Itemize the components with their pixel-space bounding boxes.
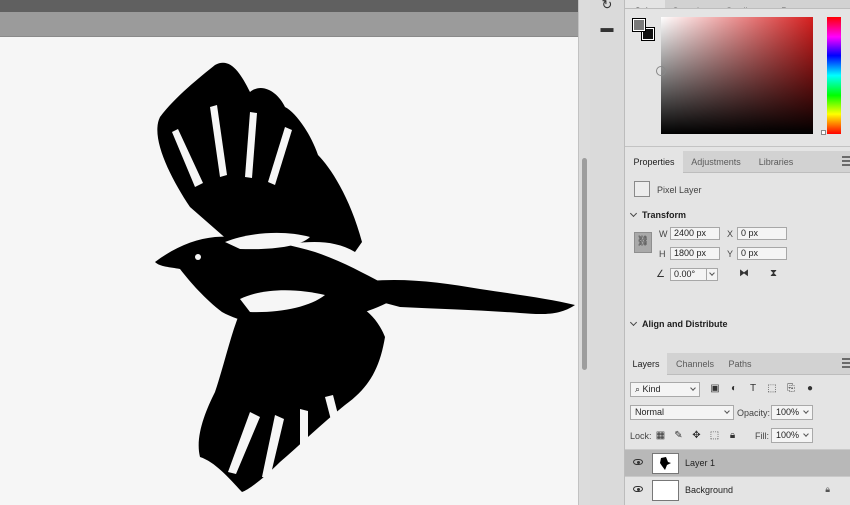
document-canvas[interactable]: [0, 37, 578, 505]
tab-layers[interactable]: Layers: [625, 353, 667, 375]
shape-filter-icon[interactable]: ⬚: [766, 383, 778, 395]
visibility-eye-icon[interactable]: [633, 459, 643, 465]
pixel-layer-icon: [634, 181, 650, 197]
flip-vertical-icon[interactable]: ⧗: [770, 268, 777, 279]
angle-icon: ∠: [656, 269, 665, 280]
hue-slider-marker[interactable]: [821, 130, 826, 135]
document-tab-bar: [0, 12, 578, 37]
hue-slider[interactable]: [827, 17, 841, 134]
properties-panel-tabs: Properties Adjustments Libraries: [625, 151, 850, 173]
layer-name: Layer 1: [685, 458, 716, 468]
layer-type-label: Pixel Layer: [657, 185, 702, 195]
fill-value: 100%: [776, 430, 800, 440]
lock-position-icon[interactable]: ✥: [691, 430, 702, 441]
canvas-vertical-scrollbar[interactable]: [578, 0, 590, 505]
x-label: X: [727, 229, 734, 239]
app-title-strip: [0, 0, 578, 12]
chevron-down-icon: [690, 385, 696, 391]
comment-icon[interactable]: ▬: [599, 20, 615, 36]
magpie-artwork: [155, 62, 575, 492]
lower-feather-gap-3: [300, 409, 308, 465]
lock-transparent-icon[interactable]: ▦: [655, 430, 666, 441]
transform-title: Transform: [642, 210, 687, 220]
x-field[interactable]: 0 px: [737, 227, 787, 240]
align-section-header[interactable]: Align and Distribute: [629, 318, 728, 329]
blend-mode-value: Normal: [635, 407, 665, 417]
history-icon[interactable]: ↻: [599, 0, 615, 13]
filter-toggle-icon[interactable]: ●: [804, 383, 816, 395]
color-panel-tabs: Color Swatches Gradients Patterns: [625, 0, 850, 9]
background-color-swatch[interactable]: [632, 18, 646, 32]
opacity-value: 100%: [776, 407, 800, 417]
tab-swatches[interactable]: Swatches: [667, 0, 717, 8]
filter-kind-value: Kind: [642, 384, 661, 394]
blend-mode-dropdown[interactable]: Normal: [630, 405, 734, 420]
filter-kind-dropdown[interactable]: ⌕ Kind: [630, 382, 700, 397]
visibility-eye-icon[interactable]: [633, 486, 643, 492]
layer-name: Background: [685, 485, 734, 495]
y-field[interactable]: 0 px: [737, 247, 787, 260]
lock-all-icon[interactable]: 🔒︎: [727, 430, 738, 441]
layer-row-layer-1[interactable]: Layer 1: [625, 449, 850, 476]
opacity-field[interactable]: 100%: [771, 405, 813, 420]
width-label: W: [659, 229, 668, 239]
tab-adjustments[interactable]: Adjustments: [685, 151, 747, 173]
tab-libraries[interactable]: Libraries: [751, 151, 801, 173]
transform-section-header[interactable]: Transform: [629, 209, 687, 220]
lock-image-icon[interactable]: ✎: [673, 430, 684, 441]
tab-gradients[interactable]: Gradients: [719, 0, 771, 8]
search-icon: ⌕: [635, 384, 643, 394]
height-label: H: [659, 249, 666, 259]
layer-thumbnail: [652, 453, 679, 474]
bird-eye: [195, 254, 201, 260]
panel-menu-icon[interactable]: [842, 156, 850, 166]
tab-patterns[interactable]: Patterns: [773, 0, 823, 8]
image-filter-icon[interactable]: ▣: [709, 383, 721, 395]
tab-properties[interactable]: Properties: [625, 151, 683, 173]
chevron-down-icon: [724, 408, 730, 414]
scrollbar-thumb[interactable]: [582, 158, 587, 370]
lock-icon: 🔒︎: [825, 484, 830, 494]
angle-dropdown[interactable]: [706, 268, 718, 281]
height-field[interactable]: 1800 px: [670, 247, 720, 260]
color-panel: [625, 9, 850, 147]
properties-panel: Pixel Layer Transform ⛓ W 2400 px X 0 px…: [625, 173, 850, 351]
align-title: Align and Distribute: [642, 319, 728, 329]
panel-menu-icon[interactable]: [842, 358, 850, 368]
fill-field[interactable]: 100%: [771, 428, 813, 443]
width-field[interactable]: 2400 px: [670, 227, 720, 240]
flip-horizontal-icon[interactable]: ⧓: [739, 268, 749, 279]
lower-wing-shape: [198, 297, 385, 492]
lock-label: Lock:: [630, 431, 652, 441]
color-picker-cursor[interactable]: [656, 66, 666, 76]
tab-paths[interactable]: Paths: [723, 353, 757, 375]
right-panels: Color Swatches Gradients Patterns Proper…: [625, 0, 850, 505]
chevron-down-icon: [629, 209, 638, 218]
smart-object-filter-icon[interactable]: ⎘: [785, 383, 797, 395]
adjustment-filter-icon[interactable]: ◐: [728, 383, 740, 395]
link-dimensions-icon[interactable]: ⛓: [634, 232, 652, 253]
chevron-down-icon: [803, 408, 809, 414]
tab-channels[interactable]: Channels: [669, 353, 721, 375]
chevron-down-icon: [629, 318, 638, 327]
y-label: Y: [727, 249, 734, 259]
layer-row-background[interactable]: Background 🔒︎: [625, 476, 850, 503]
tab-color[interactable]: Color: [625, 0, 665, 8]
color-picker-field[interactable]: [661, 17, 813, 134]
chevron-down-icon: [803, 431, 809, 437]
type-filter-icon[interactable]: T: [747, 383, 759, 395]
layers-panel: ⌕ Kind ▣ ◐ T ⬚ ⎘ ● Normal Opacity: 100% …: [625, 375, 850, 505]
opacity-label: Opacity:: [737, 408, 771, 418]
fill-label: Fill:: [755, 431, 769, 441]
panel-icon-strip: ↻ ▬: [590, 0, 625, 505]
layer-thumbnail: [652, 480, 679, 501]
lock-artboard-icon[interactable]: ⬚: [709, 430, 720, 441]
layers-panel-tabs: Layers Channels Paths: [625, 353, 850, 375]
tail-shape: [360, 279, 575, 315]
